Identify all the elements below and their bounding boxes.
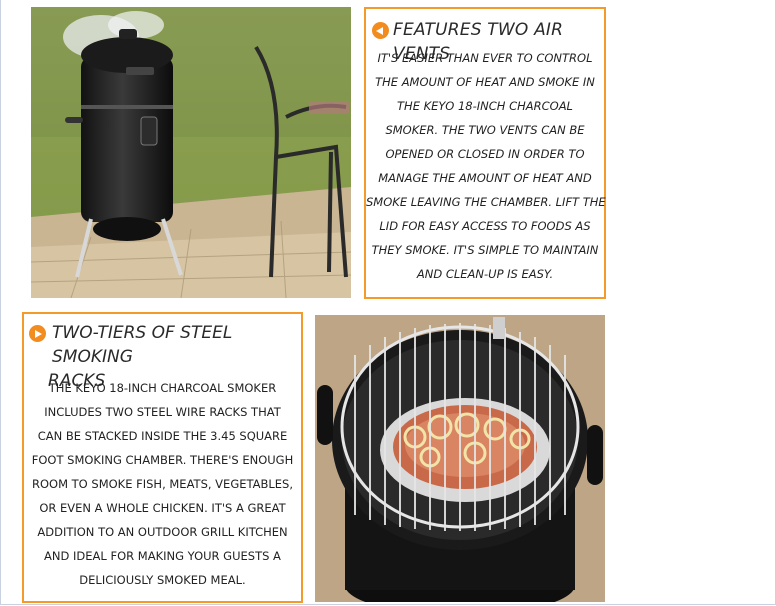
play-right-icon	[29, 325, 46, 342]
description-line: AND IDEAL FOR MAKING YOUR GUESTS A	[44, 549, 281, 563]
description-line: INCLUDES TWO STEEL WIRE RACKS THAT	[44, 405, 281, 419]
smoker-patio-photo	[31, 7, 351, 298]
description-line: ROOM TO SMOKE FISH, MEATS, VEGETABLES,	[31, 477, 294, 491]
description-line: MANAGE THE AMOUNT OF HEAT AND	[378, 171, 592, 185]
description-line: IT'S EASIER THAN EVER TO CONTROL	[377, 51, 593, 65]
description-line: SMOKE LEAVING THE CHAMBER. LIFT THE	[366, 195, 606, 209]
description-line: CAN BE STACKED INSIDE THE 3.45 SQUARE	[37, 429, 288, 443]
description-line: ADDITION TO AN OUTDOOR GRILL KITCHEN	[37, 525, 288, 539]
description-line: THE KEYO 18-INCH CHARCOAL	[397, 99, 573, 113]
description-line: OPENED OR CLOSED IN ORDER TO	[385, 147, 585, 161]
description-line: DELICIOUSLY SMOKED MEAL.	[79, 573, 246, 587]
description-line: AND CLEAN-UP IS EASY.	[416, 267, 554, 281]
feature-description: IT'S EASIER THAN EVER TO CONTROL THE AMO…	[366, 46, 606, 286]
feature-title-line1: TWO-TIERS OF STEEL SMOKING	[52, 323, 233, 367]
description-line: FOOT SMOKING CHAMBER. THERE'S ENOUGH	[31, 453, 294, 467]
description-line: THEY SMOKE. IT'S SIMPLE TO MAINTAIN	[371, 243, 599, 257]
feature-card-air-vents: FEATURES TWO AIR VENTS IT'S EASIER THAN …	[364, 7, 606, 299]
description-line: LID FOR EASY ACCESS TO FOODS AS	[379, 219, 591, 233]
play-left-icon	[372, 22, 389, 39]
description-line: THE AMOUNT OF HEAT AND SMOKE IN	[375, 75, 595, 89]
description-line: SMOKER. THE TWO VENTS CAN BE	[385, 123, 585, 137]
smoker-rack-photo	[315, 315, 605, 602]
feature-description: THE KEYO 18-INCH CHARCOAL SMOKER INCLUDE…	[24, 376, 301, 592]
description-line: OR EVEN A WHOLE CHICKEN. IT'S A GREAT	[39, 501, 286, 515]
description-line: THE KEYO 18-INCH CHARCOAL SMOKER	[48, 381, 277, 395]
feature-card-smoking-racks: TWO-TIERS OF STEEL SMOKING RACKS THE KEY…	[22, 312, 303, 603]
